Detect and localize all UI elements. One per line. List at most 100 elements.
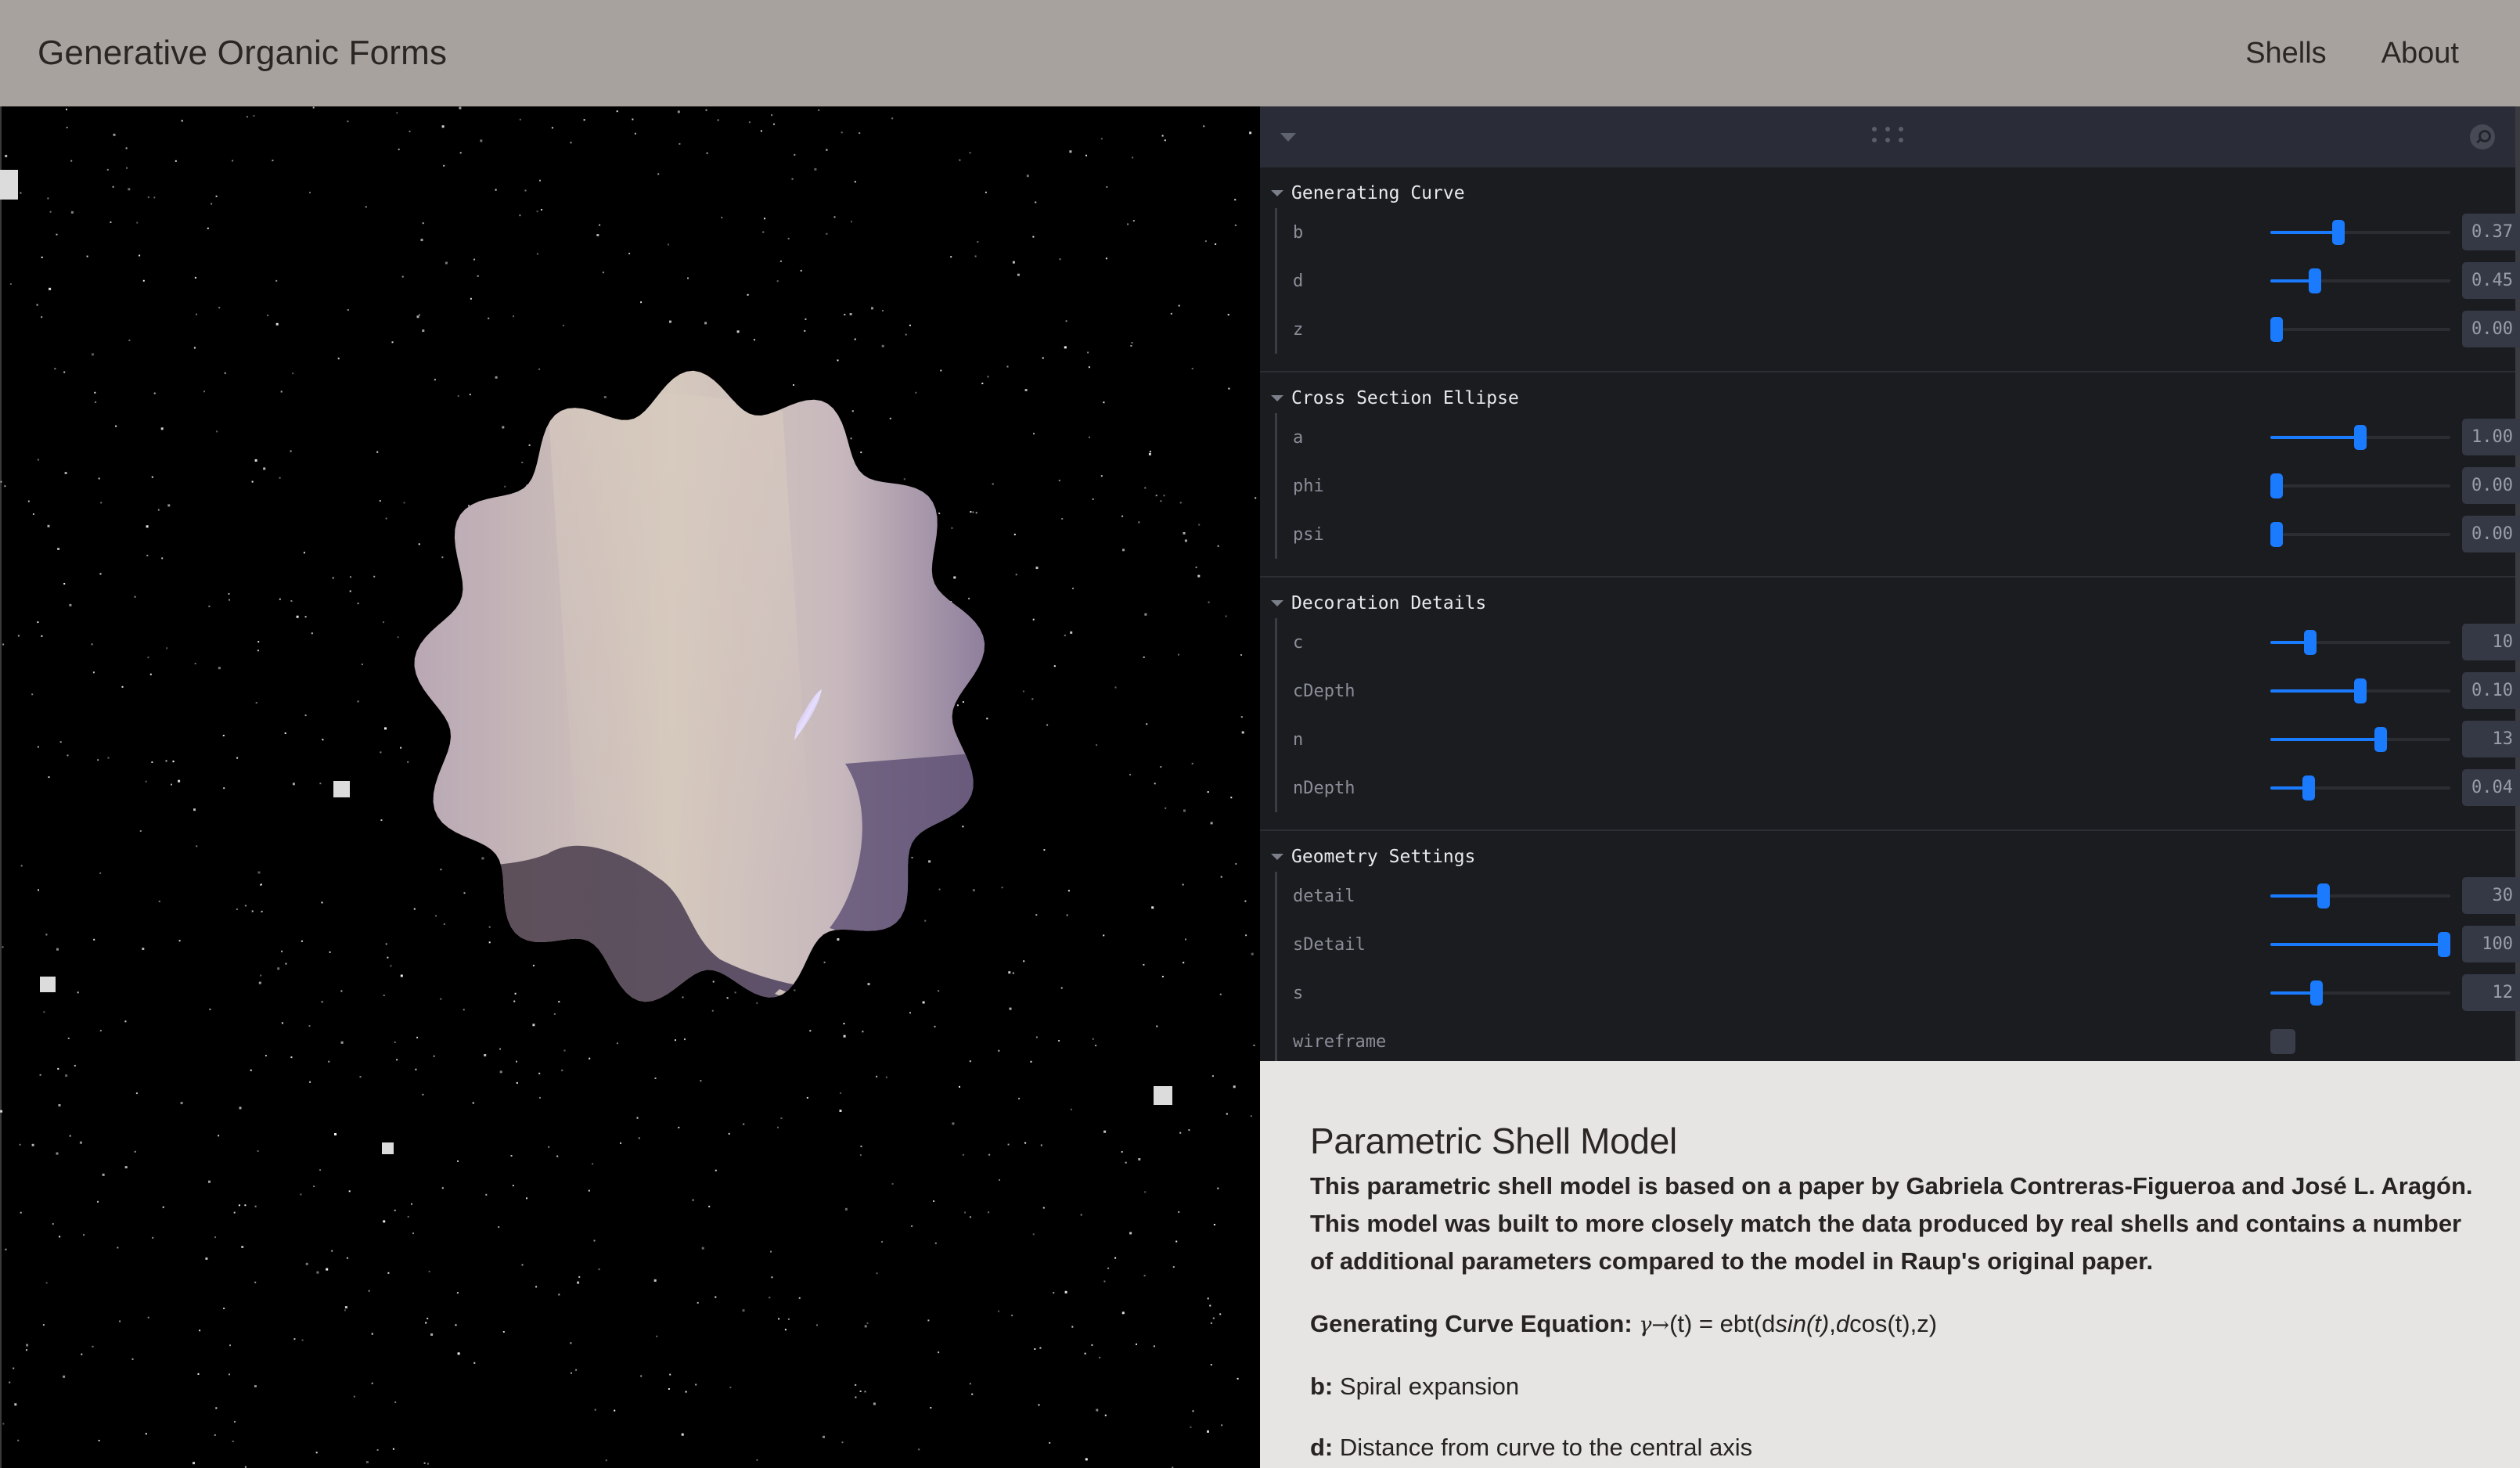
sDetail-slider[interactable] [2270,920,2450,969]
psi-slider[interactable] [2270,510,2450,559]
param-label: s [1293,983,1304,1003]
b-slider[interactable] [2270,208,2450,257]
slider-fill [2270,279,2311,282]
slider-thumb[interactable] [2354,678,2367,703]
slider-thumb[interactable] [2332,220,2345,245]
definition-term: b: [1310,1373,1334,1400]
slider-fill [2270,786,2304,790]
description-intro: This parametric shell model is based on … [1310,1172,2473,1275]
folder-title[interactable]: Generating Curve [1260,182,2515,205]
param-label: d [1293,271,1304,291]
detail-value-input[interactable]: 30 [2462,877,2520,914]
folder-title[interactable]: Geometry Settings [1260,845,2515,869]
triangle-down-icon [1271,600,1283,606]
param-row-sDetail: sDetail 100 [1277,920,2520,969]
cDepth-value-input[interactable]: 0.10 [2462,672,2520,709]
controls-panel: Generating Curve b 0.37 d 0.45 z 0.00 Cross Sec… [1260,106,2520,1066]
definition-d: d: Distance from curve to the central ax… [1310,1430,2470,1465]
nav-link-about[interactable]: About [2381,37,2459,70]
slider-thumb[interactable] [2270,522,2283,547]
d-slider[interactable] [2270,257,2450,305]
param-row-d: d 0.45 [1277,257,2520,305]
sDetail-value-input[interactable]: 100 [2462,926,2520,962]
nav-link-shells[interactable]: Shells [2245,37,2327,70]
psi-value-input[interactable]: 0.00 [2462,516,2520,552]
a-value-input[interactable]: 1.00 [2462,419,2520,455]
param-row-a: a 1.00 [1277,413,2520,462]
param-label: cDepth [1293,681,1355,701]
c-slider[interactable] [2270,618,2450,667]
collapse-panel-icon[interactable] [1280,132,1296,142]
equation-part: (t) = ebt(d [1669,1310,1776,1337]
viewport-marker [382,1142,394,1154]
b-value-input[interactable]: 0.37 [2462,214,2520,250]
slider-thumb[interactable] [2270,473,2283,498]
search-icon[interactable] [2470,124,2495,149]
s-slider[interactable] [2270,969,2450,1017]
param-label: z [1293,319,1304,340]
param-label: n [1293,729,1304,750]
slider-thumb[interactable] [2310,980,2324,1006]
slider-fill [2270,894,2319,898]
equation-line: Generating Curve Equation: γ→(t) = ebt(d… [1310,1307,2470,1343]
slider-thumb[interactable] [2354,425,2367,450]
phi-value-input[interactable]: 0.00 [2462,467,2520,504]
folder-cross-section-ellipse: Cross Section Ellipse a 1.00 phi 0.00 psi 0.00 [1260,372,2520,577]
folder-title-label: Decoration Details [1291,593,1487,613]
definition-term: d: [1310,1434,1334,1461]
param-row-c: c 10 [1277,618,2520,667]
slider-track [2270,484,2450,488]
param-row-z: z 0.00 [1277,305,2520,354]
cDepth-slider[interactable] [2270,667,2450,715]
slider-thumb[interactable] [2374,727,2387,752]
slider-thumb[interactable] [2309,268,2322,293]
equation-part: cos(t),z) [1849,1310,1938,1337]
param-label: phi [1293,476,1324,496]
param-label: detail [1293,886,1355,906]
n-slider[interactable] [2270,715,2450,764]
shell-seam [775,989,861,1002]
param-row-wireframe: wireframe [1277,1017,2515,1066]
slider-fill [2270,991,2313,995]
param-row-b: b 0.37 [1277,208,2520,257]
folder-generating-curve: Generating Curve b 0.37 d 0.45 z 0.00 [1260,167,2520,372]
param-row-cDepth: cDepth 0.10 [1277,667,2520,715]
drag-handle-icon[interactable] [1872,127,1903,142]
equation-part: sin(t) [1775,1310,1830,1337]
nDepth-value-input[interactable]: 0.04 [2462,769,2520,806]
param-label: c [1293,632,1304,653]
param-label: sDetail [1293,934,1366,955]
viewport-marker [1154,1086,1172,1105]
viewport-marker [40,977,56,992]
n-value-input[interactable]: 13 [2462,721,2520,757]
slider-thumb[interactable] [2270,317,2283,342]
site-title[interactable]: Generative Organic Forms [38,34,447,73]
slider-thumb[interactable] [2302,775,2315,801]
z-value-input[interactable]: 0.00 [2462,311,2520,347]
wireframe-checkbox[interactable] [2270,1029,2295,1054]
folder-geometry-settings: Geometry Settings detail 30 sDetail 100 s 12 wi… [1260,831,2520,1083]
z-slider[interactable] [2270,305,2450,354]
3d-viewport-canvas[interactable] [0,106,1260,1468]
a-slider[interactable] [2270,413,2450,462]
slider-track [2270,533,2450,536]
param-label: wireframe [1293,1031,1387,1052]
folder-title[interactable]: Cross Section Ellipse [1260,387,2515,410]
slider-thumb[interactable] [2317,883,2330,909]
folder-title[interactable]: Decoration Details [1260,592,2515,615]
param-label: nDepth [1293,778,1355,798]
main-nav: Shells About [2191,37,2459,70]
param-row-detail: detail 30 [1277,872,2520,920]
detail-slider[interactable] [2270,872,2450,920]
shell-render [414,370,985,1002]
slider-thumb[interactable] [2438,932,2450,957]
slider-thumb[interactable] [2303,630,2317,655]
d-value-input[interactable]: 0.45 [2462,262,2520,299]
c-value-input[interactable]: 10 [2462,624,2520,660]
nDepth-slider[interactable] [2270,764,2450,812]
phi-slider[interactable] [2270,462,2450,510]
s-value-input[interactable]: 12 [2462,974,2520,1011]
definition-text: Distance from curve to the central axis [1339,1434,1753,1461]
slider-fill [2270,943,2439,946]
slider-fill [2270,641,2306,644]
